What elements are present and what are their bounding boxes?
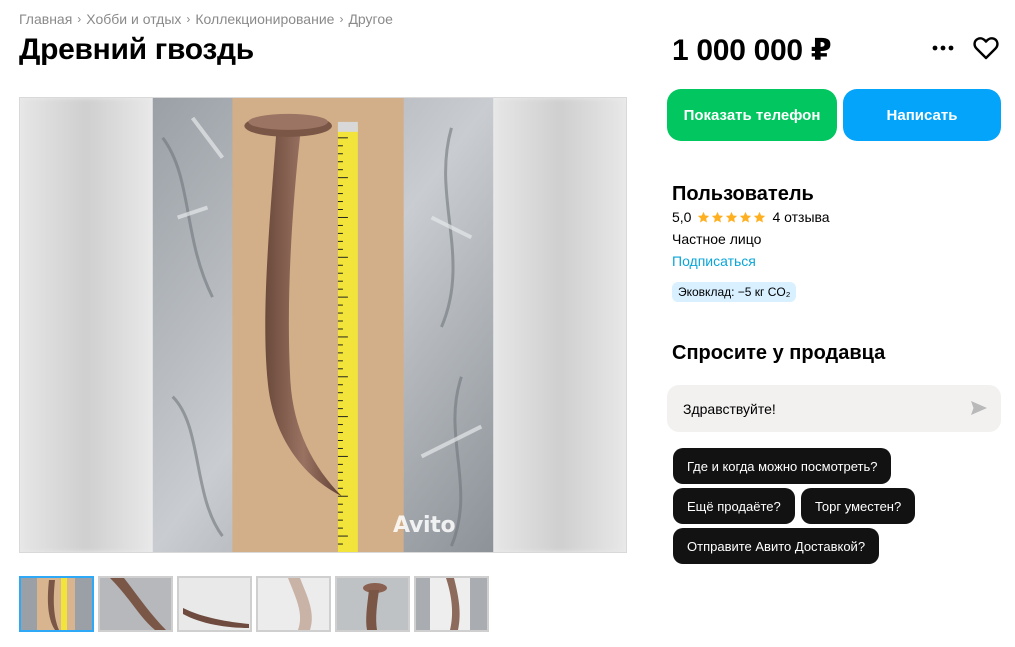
star-icon (726, 211, 738, 222)
quick-question-chip[interactable]: Где и когда можно посмотреть? (673, 448, 892, 484)
breadcrumb-item-home[interactable]: Главная (19, 11, 72, 27)
gallery-blur-left (20, 98, 152, 552)
more-dots-icon (932, 45, 954, 51)
chevron-right-icon: › (186, 12, 191, 26)
thumbnail[interactable] (414, 576, 489, 632)
rating-stars (697, 211, 766, 224)
heart-icon (973, 37, 999, 60)
thumbnail-strip (19, 576, 489, 632)
chevron-right-icon: › (339, 12, 344, 26)
thumbnail[interactable] (19, 576, 94, 632)
watermark-logo: Avito (393, 513, 456, 538)
chevron-right-icon: › (77, 12, 82, 26)
star-icon (712, 211, 724, 222)
main-photo (152, 98, 494, 552)
eco-badge[interactable]: Эковклад: −5 кг CO₂ (672, 282, 797, 302)
quick-question-chip[interactable]: Торг уместен? (801, 488, 916, 524)
quick-question-chip[interactable]: Отправите Авито Доставкой? (673, 528, 880, 564)
favorite-button[interactable] (971, 34, 1001, 62)
star-icon (698, 211, 710, 222)
reviews-link[interactable]: 4 отзыва (772, 209, 829, 225)
breadcrumb-item-hobby[interactable]: Хобби и отдых (86, 11, 181, 27)
breadcrumb-item-collecting[interactable]: Коллекционирование (195, 11, 334, 27)
message-input[interactable] (667, 385, 1001, 432)
star-icon (740, 211, 752, 222)
quick-question-chip[interactable]: Ещё продаёте? (673, 488, 795, 524)
show-phone-button[interactable]: Показать телефон (667, 89, 837, 141)
gallery-blur-right (494, 98, 626, 552)
send-icon[interactable] (969, 398, 989, 418)
breadcrumb-item-other[interactable]: Другое (348, 11, 392, 27)
listing-price: 1 000 000 ₽ (672, 34, 832, 67)
ask-seller-title: Спросите у продавца (672, 342, 886, 364)
star-icon (754, 211, 766, 222)
subscribe-link[interactable]: Подписаться (672, 253, 756, 269)
listing-title: Древний гвоздь (19, 33, 254, 66)
thumbnail[interactable] (256, 576, 331, 632)
more-options-button[interactable] (928, 34, 958, 62)
seller-name[interactable]: Пользователь (672, 183, 814, 206)
thumbnail[interactable] (98, 576, 173, 632)
seller-type: Частное лицо (672, 231, 762, 247)
thumbnail[interactable] (177, 576, 252, 632)
seller-rating: 5,0 4 отзыва (672, 209, 830, 225)
photo-gallery[interactable]: Avito (19, 97, 627, 553)
rating-value: 5,0 (672, 209, 692, 225)
breadcrumb: Главная › Хобби и отдых › Коллекциониров… (19, 11, 393, 27)
write-message-button[interactable]: Написать (843, 89, 1001, 141)
thumbnail[interactable] (335, 576, 410, 632)
